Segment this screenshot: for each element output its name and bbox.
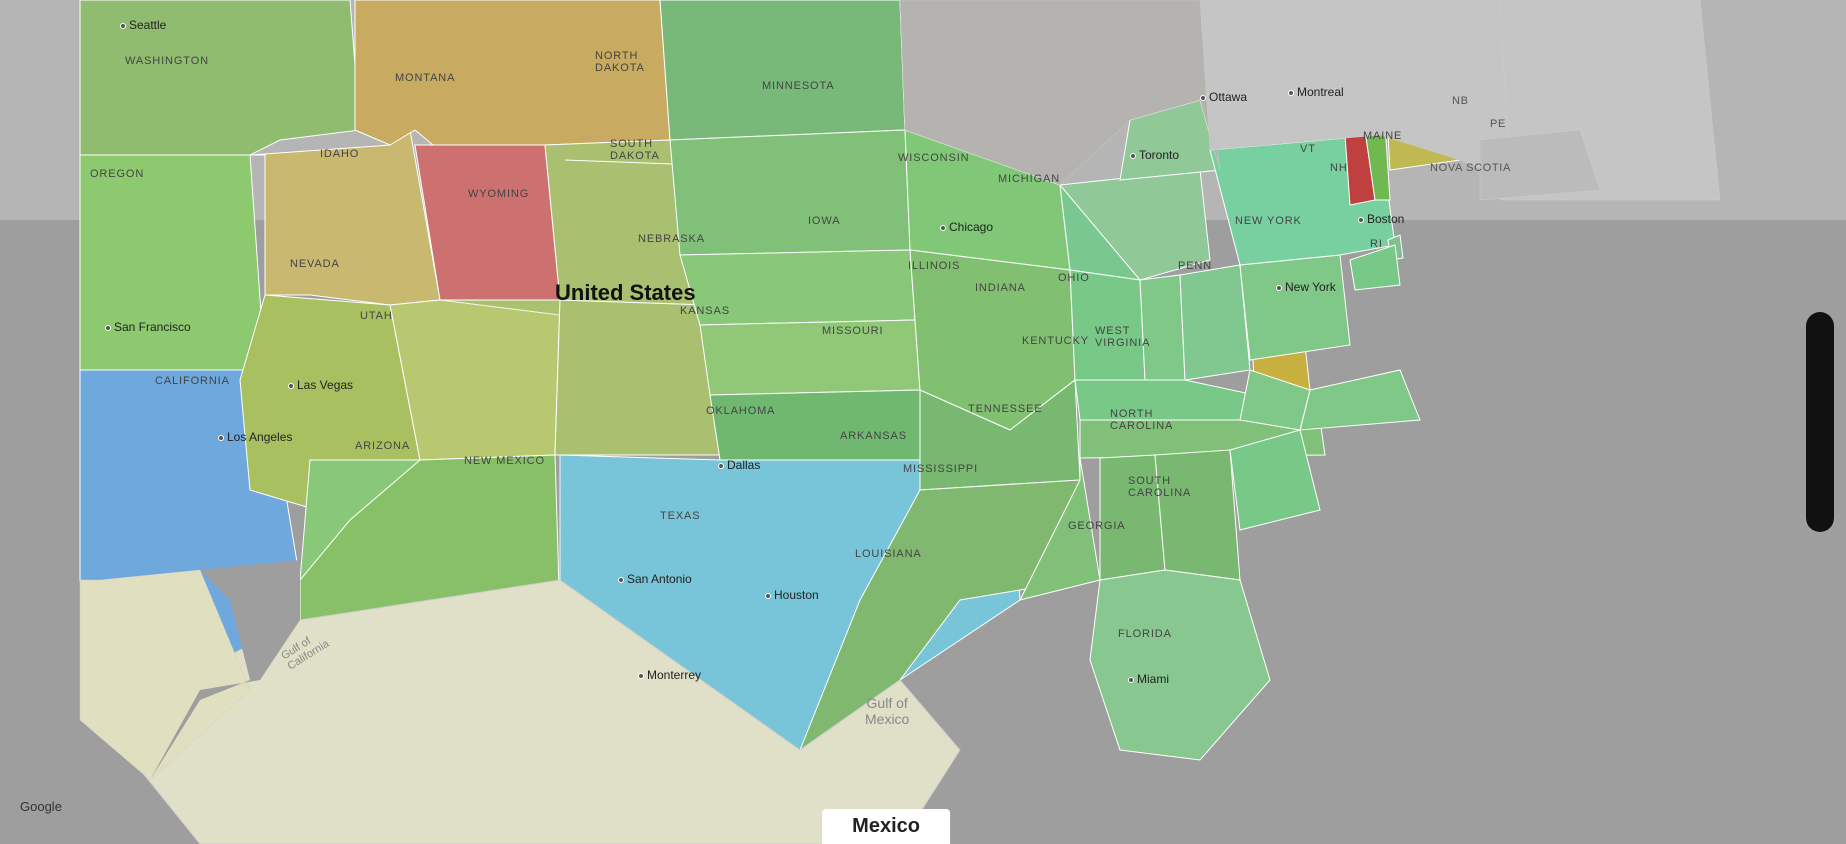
label-gulf-mexico: Gulf ofMexico xyxy=(865,695,909,727)
google-attribution: Google xyxy=(20,799,62,814)
usa-map-svg[interactable] xyxy=(0,0,1846,844)
scroll-indicator[interactable] xyxy=(1806,312,1834,532)
map-container[interactable]: Seattle WASHINGTON San Francisco CALIFOR… xyxy=(0,0,1846,844)
mexico-label: Mexico xyxy=(822,809,950,844)
